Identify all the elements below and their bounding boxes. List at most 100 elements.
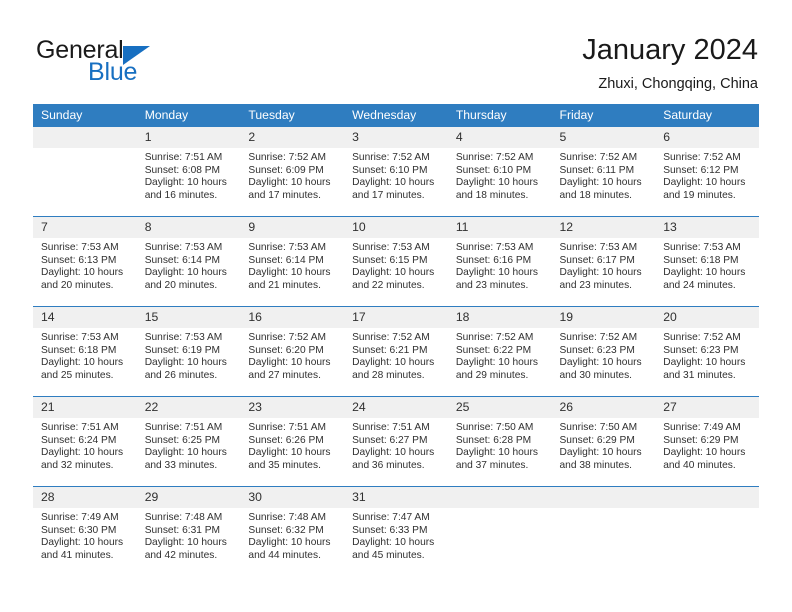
daylight-line-1: Daylight: 10 hours bbox=[41, 267, 124, 279]
daylight-line-2: and 32 minutes. bbox=[41, 459, 114, 471]
calendar-day-cell[interactable]: 18 Sunrise: 7:52 AM Sunset: 6:22 PM Dayligh… bbox=[447, 306, 552, 397]
day-details: Sunrise: 7:53 AM Sunset: 6:16 PM Daylight:… bbox=[448, 238, 552, 306]
calendar-day-cell[interactable]: 23 Sunrise: 7:51 AM Sunset: 6:26 PM Dayligh… bbox=[240, 396, 345, 487]
sunrise-line: Sunrise: 7:53 AM bbox=[144, 242, 223, 253]
calendar-day-cell[interactable]: 15 Sunrise: 7:53 AM Sunset: 6:19 PM Dayligh… bbox=[136, 306, 241, 397]
sunrise-line: Sunrise: 7:52 AM bbox=[248, 332, 326, 343]
calendar-day-cell[interactable]: 28 Sunrise: 7:49 AM Sunset: 6:30 PM Dayligh… bbox=[33, 486, 137, 576]
day-number: 21 bbox=[33, 397, 137, 418]
daylight-line-2: and 16 minutes. bbox=[144, 189, 218, 201]
day-number: 27 bbox=[655, 397, 759, 418]
sunset-line: Sunset: 6:27 PM bbox=[352, 434, 428, 446]
calendar-day-cell[interactable]: 16 Sunrise: 7:52 AM Sunset: 6:20 PM Dayligh… bbox=[240, 306, 345, 397]
calendar-day-cell[interactable]: 30 Sunrise: 7:48 AM Sunset: 6:32 PM Dayligh… bbox=[240, 486, 345, 576]
calendar-day-cell[interactable]: 8 Sunrise: 7:53 AM Sunset: 6:14 PM Daylight… bbox=[136, 216, 241, 307]
general-blue-logo[interactable]: General Blue bbox=[36, 36, 256, 92]
calendar-day-cell[interactable]: 10 Sunrise: 7:53 AM Sunset: 6:15 PM Dayligh… bbox=[344, 216, 448, 307]
calendar-day-cell[interactable]: 9 Sunrise: 7:53 AM Sunset: 6:14 PM Daylight… bbox=[240, 216, 345, 307]
daylight-line-2: and 42 minutes. bbox=[144, 549, 218, 561]
day-number: 18 bbox=[447, 307, 552, 328]
calendar-day-cell[interactable]: 29 Sunrise: 7:48 AM Sunset: 6:31 PM Dayligh… bbox=[136, 486, 241, 576]
calendar-day-cell[interactable]: 20 Sunrise: 7:52 AM Sunset: 6:23 PM Dayligh… bbox=[655, 306, 759, 397]
calendar-day-cell[interactable]: 21 Sunrise: 7:51 AM Sunset: 6:24 PM Dayligh… bbox=[33, 396, 137, 487]
sunrise-line: Sunrise: 7:51 AM bbox=[352, 422, 430, 433]
calendar-day-cell[interactable]: 2 Sunrise: 7:52 AM Sunset: 6:09 PM Daylight… bbox=[240, 126, 345, 217]
day-details: Sunrise: 7:48 AM Sunset: 6:32 PM Daylight:… bbox=[240, 508, 344, 576]
day-details: Sunrise: 7:51 AM Sunset: 6:27 PM Daylight:… bbox=[344, 418, 448, 486]
day-details: Sunrise: 7:50 AM Sunset: 6:29 PM Daylight:… bbox=[552, 418, 656, 486]
sunset-line: Sunset: 6:33 PM bbox=[352, 524, 428, 536]
calendar-day-cell[interactable]: 26 Sunrise: 7:50 AM Sunset: 6:29 PM Dayligh… bbox=[551, 396, 656, 487]
day-number: 3 bbox=[344, 127, 448, 148]
calendar-day-cell[interactable]: 22 Sunrise: 7:51 AM Sunset: 6:25 PM Dayligh… bbox=[136, 396, 241, 487]
day-number: 23 bbox=[240, 397, 345, 418]
calendar-day-cell[interactable]: 13 Sunrise: 7:53 AM Sunset: 6:18 PM Dayligh… bbox=[655, 216, 759, 307]
day-number bbox=[655, 487, 759, 508]
calendar-day-cell[interactable]: 17 Sunrise: 7:52 AM Sunset: 6:21 PM Dayligh… bbox=[344, 306, 448, 397]
sunrise-line: Sunrise: 7:52 AM bbox=[455, 332, 534, 343]
daylight-line-2: and 33 minutes. bbox=[144, 459, 218, 471]
day-number bbox=[33, 127, 137, 148]
calendar-day-cell[interactable]: 3 Sunrise: 7:52 AM Sunset: 6:10 PM Daylight… bbox=[344, 126, 448, 217]
daylight-line-2: and 35 minutes. bbox=[248, 459, 321, 471]
sunrise-line: Sunrise: 7:51 AM bbox=[144, 152, 223, 163]
sunrise-line: Sunrise: 7:53 AM bbox=[248, 242, 326, 253]
sunrise-line: Sunrise: 7:51 AM bbox=[248, 422, 326, 433]
day-number: 30 bbox=[240, 487, 345, 508]
daylight-line-1: Daylight: 10 hours bbox=[663, 267, 746, 279]
sunrise-line: Sunrise: 7:52 AM bbox=[559, 332, 638, 343]
sunrise-line: Sunrise: 7:52 AM bbox=[248, 152, 326, 163]
daylight-line-2: and 17 minutes. bbox=[352, 189, 425, 201]
sunset-line: Sunset: 6:31 PM bbox=[144, 524, 221, 536]
calendar-day-cell[interactable]: 5 Sunrise: 7:52 AM Sunset: 6:11 PM Daylight… bbox=[551, 126, 656, 217]
calendar-day-cell[interactable]: 4 Sunrise: 7:52 AM Sunset: 6:10 PM Daylight… bbox=[447, 126, 552, 217]
daylight-line-1: Daylight: 10 hours bbox=[41, 357, 124, 369]
sunset-line: Sunset: 6:32 PM bbox=[248, 524, 324, 536]
daylight-line-1: Daylight: 10 hours bbox=[352, 267, 435, 279]
day-details: Sunrise: 7:47 AM Sunset: 6:33 PM Daylight:… bbox=[344, 508, 448, 576]
logo-text-blue: Blue bbox=[88, 58, 138, 86]
daylight-line-2: and 45 minutes. bbox=[352, 549, 425, 561]
sunrise-line: Sunrise: 7:52 AM bbox=[559, 152, 638, 163]
daylight-line-1: Daylight: 10 hours bbox=[248, 267, 331, 279]
daylight-line-1: Daylight: 10 hours bbox=[455, 447, 538, 459]
day-details: Sunrise: 7:49 AM Sunset: 6:30 PM Daylight:… bbox=[33, 508, 137, 576]
day-details: Sunrise: 7:53 AM Sunset: 6:18 PM Daylight:… bbox=[33, 328, 137, 396]
sunset-line: Sunset: 6:18 PM bbox=[663, 254, 739, 266]
calendar-day-cell[interactable]: 11 Sunrise: 7:53 AM Sunset: 6:16 PM Dayligh… bbox=[447, 216, 552, 307]
daylight-line-2: and 17 minutes. bbox=[248, 189, 321, 201]
day-details bbox=[33, 148, 137, 216]
daylight-line-1: Daylight: 10 hours bbox=[559, 447, 642, 459]
calendar-week-row: 7 Sunrise: 7:53 AM Sunset: 6:13 PM Daylight… bbox=[33, 216, 759, 307]
sunset-line: Sunset: 6:23 PM bbox=[663, 344, 739, 356]
day-number: 25 bbox=[447, 397, 552, 418]
daylight-line-2: and 40 minutes. bbox=[663, 459, 736, 471]
calendar-day-cell[interactable]: 1 Sunrise: 7:51 AM Sunset: 6:08 PM Daylight… bbox=[136, 126, 241, 217]
calendar-day-cell[interactable]: 7 Sunrise: 7:53 AM Sunset: 6:13 PM Daylight… bbox=[33, 216, 137, 307]
daylight-line-2: and 27 minutes. bbox=[248, 369, 321, 381]
sunrise-line: Sunrise: 7:50 AM bbox=[455, 422, 534, 433]
calendar-day-cell[interactable]: 19 Sunrise: 7:52 AM Sunset: 6:23 PM Dayligh… bbox=[551, 306, 656, 397]
calendar-day-cell[interactable]: 31 Sunrise: 7:47 AM Sunset: 6:33 PM Dayligh… bbox=[344, 486, 448, 576]
calendar-day-cell[interactable]: 12 Sunrise: 7:53 AM Sunset: 6:17 PM Dayligh… bbox=[551, 216, 656, 307]
calendar-day-cell[interactable]: 25 Sunrise: 7:50 AM Sunset: 6:28 PM Dayligh… bbox=[447, 396, 552, 487]
daylight-line-2: and 31 minutes. bbox=[663, 369, 736, 381]
calendar-day-cell[interactable]: 27 Sunrise: 7:49 AM Sunset: 6:29 PM Dayligh… bbox=[655, 396, 759, 487]
day-number: 10 bbox=[344, 217, 448, 238]
day-details bbox=[448, 508, 552, 576]
calendar-week-row: 28 Sunrise: 7:49 AM Sunset: 6:30 PM Dayligh… bbox=[33, 486, 759, 576]
calendar-day-cell[interactable]: 14 Sunrise: 7:53 AM Sunset: 6:18 PM Dayligh… bbox=[33, 306, 137, 397]
daylight-line-1: Daylight: 10 hours bbox=[663, 177, 746, 189]
daylight-line-2: and 20 minutes. bbox=[144, 279, 218, 291]
sunset-line: Sunset: 6:10 PM bbox=[352, 164, 428, 176]
calendar-header-row: Sunday Monday Tuesday Wednesday Thursday Frid… bbox=[33, 104, 759, 127]
weekday-header-friday: Friday bbox=[551, 104, 656, 127]
calendar-day-cell[interactable]: 24 Sunrise: 7:51 AM Sunset: 6:27 PM Dayligh… bbox=[344, 396, 448, 487]
sunset-line: Sunset: 6:13 PM bbox=[41, 254, 117, 266]
daylight-line-1: Daylight: 10 hours bbox=[144, 537, 227, 549]
daylight-line-2: and 18 minutes. bbox=[559, 189, 633, 201]
sunset-line: Sunset: 6:29 PM bbox=[663, 434, 739, 446]
sunset-line: Sunset: 6:09 PM bbox=[248, 164, 324, 176]
day-details: Sunrise: 7:52 AM Sunset: 6:09 PM Daylight:… bbox=[240, 148, 344, 216]
calendar-day-cell[interactable]: 6 Sunrise: 7:52 AM Sunset: 6:12 PM Daylight… bbox=[655, 126, 759, 217]
